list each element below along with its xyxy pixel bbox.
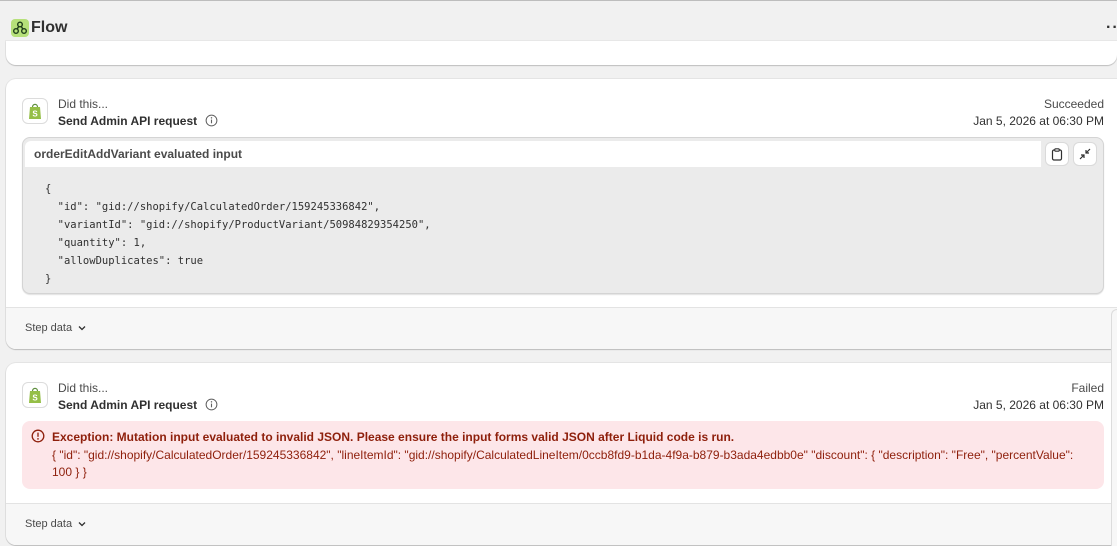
minimize-icon [1079,148,1091,160]
code-panel-header: orderEditAddVariant evaluated input [25,141,1041,167]
status-badge: Failed [1071,381,1104,395]
error-banner: Exception: Mutation input evaluated to i… [22,421,1104,489]
chevron-down-icon [78,326,86,331]
flow-app-icon [11,19,29,37]
alert-circle-icon [31,429,45,443]
card-footer: Step data [6,308,1117,349]
chevron-down-icon [78,522,86,527]
error-title: Exception: Mutation input evaluated to i… [52,430,735,444]
step-title-text: Send Admin API request [58,114,198,128]
step-data-label: Step data [25,322,73,334]
step-title-text: Send Admin API request [58,398,198,412]
card-footer: Step data [6,504,1117,545]
info-icon[interactable] [205,398,218,411]
step-label: Did this... [58,97,109,111]
error-detail: { "id": "gid://shopify/CalculatedOrder/1… [52,448,1074,479]
step-title: Send Admin API request [58,114,218,128]
step-card-succeeded: S Did this... Send Admin API request Suc… [6,79,1117,349]
clipboard-icon [1051,147,1063,161]
step-data-label: Step data [25,518,73,530]
step-data-toggle[interactable]: Step data [25,517,87,531]
code-block: { "id": "gid://shopify/CalculatedOrder/1… [45,183,431,285]
step-card-failed: S Did this... Send Admin API request Fai… [6,363,1117,545]
app-title: Flow [31,19,68,36]
shopify-icon: S [22,382,48,408]
step-title: Send Admin API request [58,398,218,412]
step-timestamp: Jan 5, 2026 at 06:30 PM [973,114,1104,128]
collapse-button[interactable] [1073,142,1097,166]
svg-text:S: S [32,110,38,119]
info-icon[interactable] [205,114,218,127]
svg-text:S: S [32,394,38,403]
side-panel-edge [1111,309,1117,546]
step-timestamp: Jan 5, 2026 at 06:30 PM [973,398,1104,412]
copy-button[interactable] [1045,142,1069,166]
step-label: Did this... [58,381,109,395]
more-actions-button[interactable]: ··· [1106,19,1117,37]
previous-step-card [6,41,1117,65]
step-data-toggle[interactable]: Step data [25,321,87,335]
code-panel-title: orderEditAddVariant evaluated input [34,147,243,161]
shopify-icon: S [22,98,48,124]
status-badge: Succeeded [1043,97,1104,111]
evaluated-input-panel: orderEditAddVariant evaluated input { "i… [22,137,1104,294]
